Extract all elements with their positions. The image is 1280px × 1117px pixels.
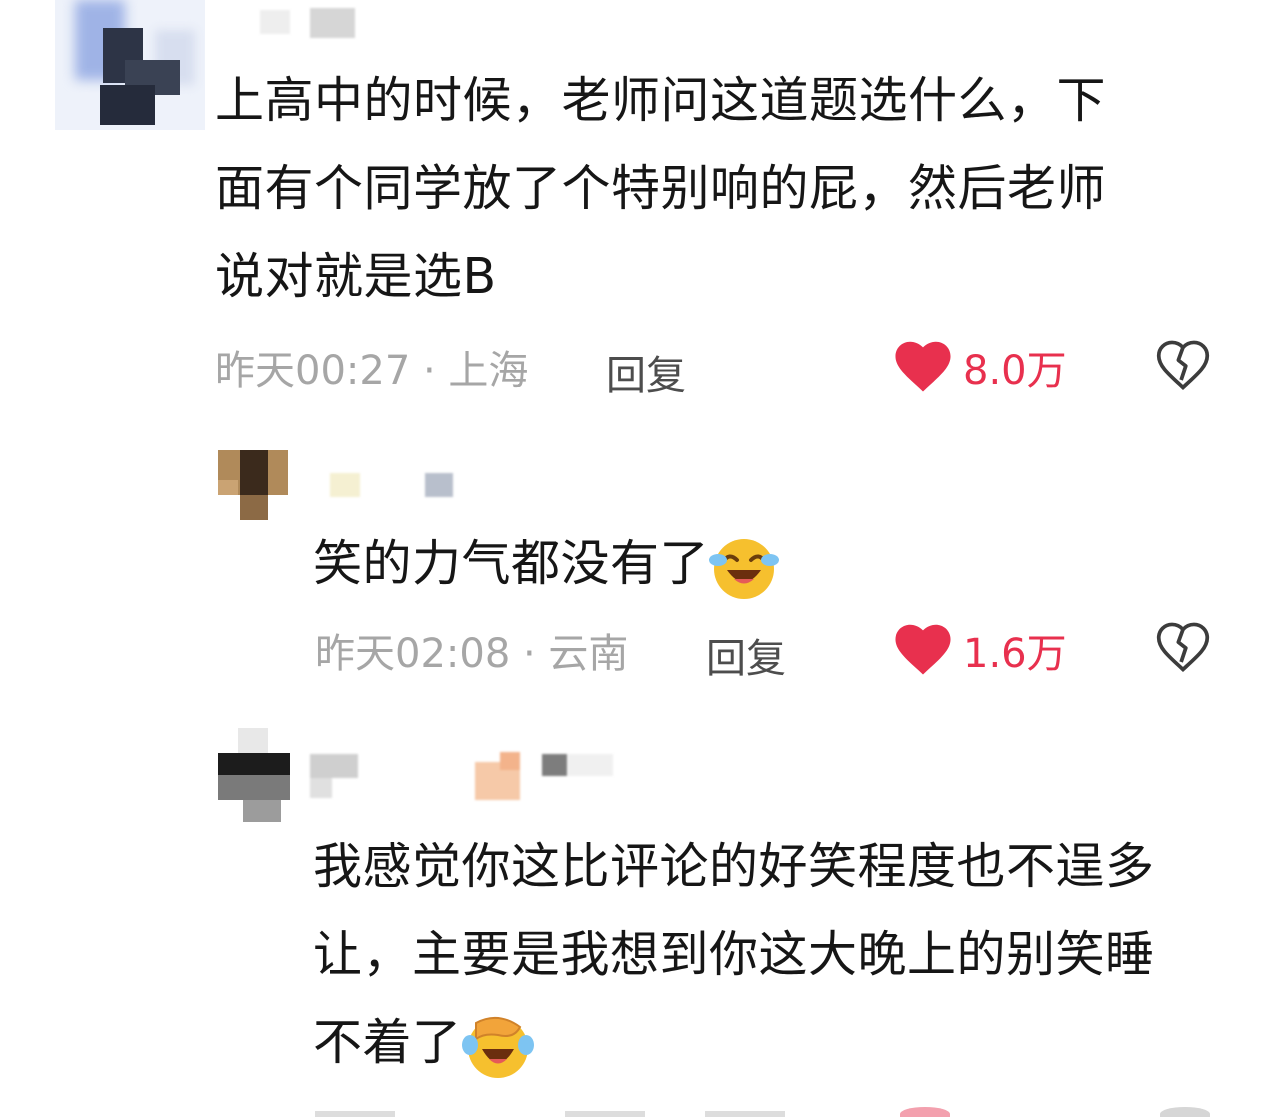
comment-text: 笑的力气都没有了 [313, 520, 1213, 608]
comment-body: 笑的力气都没有了 [313, 535, 710, 592]
comment-line: 我感觉你这比评论的好笑程度也不逞多 [313, 838, 1155, 895]
avatar[interactable] [218, 728, 290, 823]
username[interactable] [310, 752, 620, 802]
dislike-icon[interactable] [1155, 338, 1211, 394]
like-count: 8.0万 [963, 348, 1067, 394]
comment-line: 上高中的时候，老师问这道题选什么，下 [215, 72, 1107, 129]
comment-text: 上高中的时候，老师问这道题选什么，下 面有个同学放了个特别响的屁，然后老师 说对… [215, 57, 1215, 321]
crying-laughing-emoji [709, 538, 780, 599]
like-button[interactable]: 1.6万 [895, 621, 1067, 679]
heart-icon [895, 624, 951, 675]
avatar[interactable] [55, 0, 205, 130]
dislike-icon[interactable] [1155, 620, 1211, 676]
reply-button[interactable]: 回复 [606, 343, 686, 401]
reply-button[interactable]: 回复 [706, 626, 786, 684]
comment-line: 说对就是选B [215, 248, 497, 305]
comment-text: 我感觉你这比评论的好笑程度也不逞多 让，主要是我想到你这大晚上的别笑睡 不着了 [313, 823, 1253, 1087]
like-button[interactable]: 8.0万 [895, 338, 1067, 396]
comment-meta: 昨天02:08 · 云南 [315, 631, 629, 677]
comment-line: 不着了 [313, 999, 1253, 1087]
next-meta-partial [315, 1105, 1215, 1117]
like-count: 1.6万 [963, 631, 1067, 677]
avatar[interactable] [218, 450, 288, 522]
facepalm-laughing-emoji [461, 1016, 534, 1078]
username[interactable] [330, 465, 470, 499]
comment-line-text: 不着了 [313, 1014, 462, 1071]
comment-line: 面有个同学放了个特别响的屁，然后老师 [215, 160, 1107, 217]
comment-line: 让，主要是我想到你这大晚上的别笑睡 [313, 926, 1155, 983]
username[interactable] [260, 8, 360, 42]
comment-meta: 昨天00:27 · 上海 [215, 348, 529, 394]
heart-icon [895, 341, 951, 392]
